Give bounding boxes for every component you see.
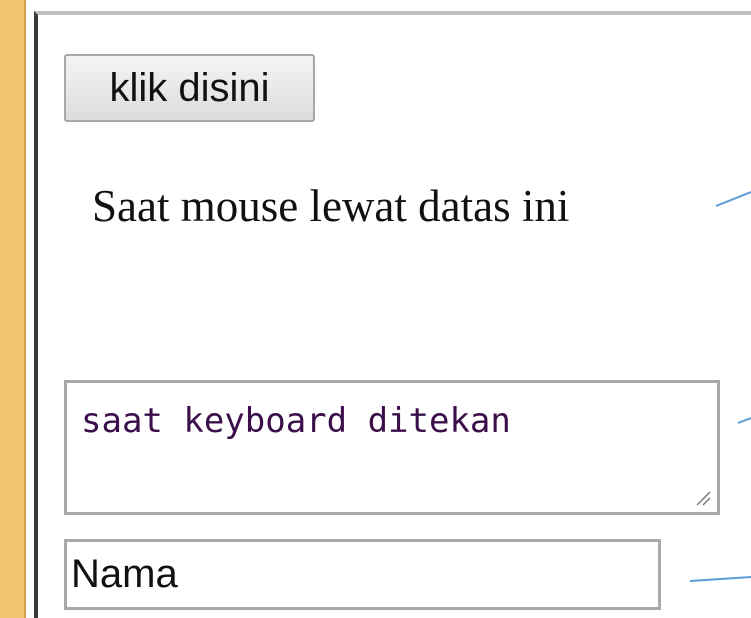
left-accent-bar [0, 0, 26, 618]
name-input[interactable]: Nama [64, 539, 661, 610]
keyboard-textarea[interactable]: saat keyboard ditekan [64, 380, 720, 515]
klik-disini-button[interactable]: klik disini [64, 54, 315, 122]
textarea-value: saat keyboard ditekan [81, 401, 511, 441]
hover-text[interactable]: Saat mouse lewat datas ini [92, 180, 569, 232]
page-frame: klik disini Saat mouse lewat datas ini s… [0, 0, 751, 618]
resize-grip-icon[interactable] [693, 488, 711, 506]
